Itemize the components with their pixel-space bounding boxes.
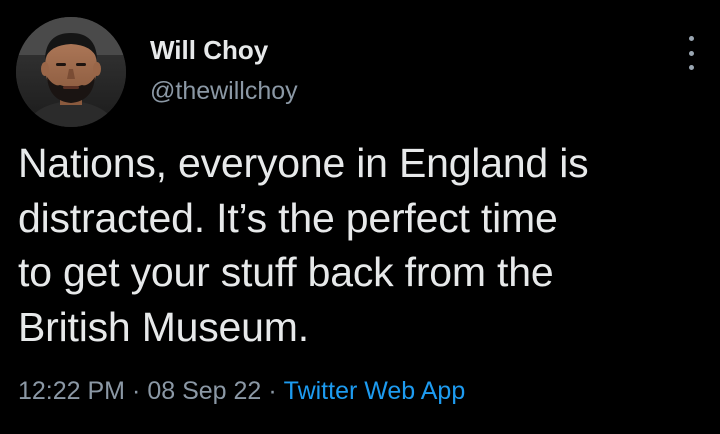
avatar[interactable] bbox=[16, 17, 126, 127]
tweet-text-line: distracted. It’s the perfect time bbox=[18, 194, 558, 241]
tweet-date[interactable]: 08 Sep 22 bbox=[147, 377, 261, 405]
tweet-text-line: British Museum. bbox=[18, 303, 309, 350]
author-handle[interactable]: @thewillchoy bbox=[150, 76, 298, 106]
more-dot-icon bbox=[688, 50, 694, 56]
avatar-photo bbox=[16, 17, 126, 127]
more-options-button[interactable] bbox=[680, 36, 702, 70]
tweet-time[interactable]: 12:22 PM bbox=[18, 377, 125, 405]
tweet-source-link[interactable]: Twitter Web App bbox=[284, 377, 466, 405]
tweet-text-line: to get your stuff back from the bbox=[18, 249, 554, 295]
separator-dot: · bbox=[132, 377, 141, 405]
author-info: Will Choy @thewillchoy bbox=[150, 34, 298, 106]
author-display-name[interactable]: Will Choy bbox=[150, 34, 298, 66]
more-dot-icon bbox=[688, 65, 694, 70]
tweet-text: Nations, everyone in England is distract… bbox=[18, 136, 708, 354]
tweet-text-line: Nations, everyone in England is bbox=[18, 140, 589, 186]
tweet-metadata: 12:22 PM · 08 Sep 22 · Twitter Web App bbox=[18, 376, 465, 406]
separator-dot: · bbox=[268, 377, 277, 405]
more-dot-icon bbox=[688, 36, 694, 41]
tweet-card: Will Choy @thewillchoy Nations, everyone… bbox=[0, 0, 720, 434]
